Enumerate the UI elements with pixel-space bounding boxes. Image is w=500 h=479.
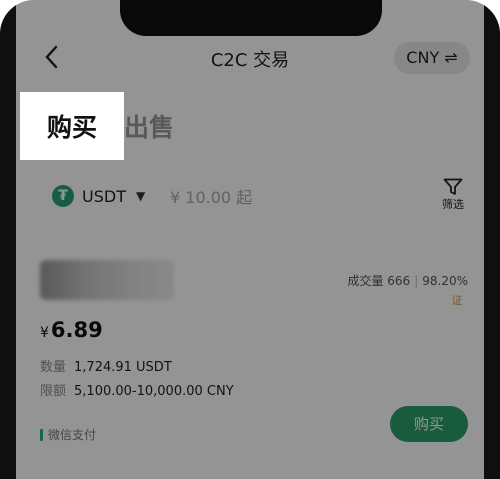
limit-row: 限额 5,100.00-10,000.00 CNY [40, 380, 234, 399]
phone-bezel-right [484, 0, 500, 479]
trade-count: 成交量 666 [347, 274, 411, 288]
limit-value: 5,100.00-10,000.00 CNY [74, 384, 234, 399]
quantity-label: 数量 [40, 360, 67, 375]
currency-switch-button[interactable]: CNY ⇌ [394, 42, 470, 74]
price-currency-symbol: ¥ [40, 325, 49, 341]
tab-sell[interactable]: 出售 [124, 106, 204, 146]
verified-badge-icon: 证 [451, 294, 463, 307]
price-value: 6.89 [50, 318, 103, 342]
quantity-row: 数量 1,724.91 USDT [40, 356, 172, 375]
merchant-name-blurred[interactable] [40, 260, 174, 300]
payment-method: 微信支付 [40, 426, 96, 443]
usdt-icon: ₮ [52, 185, 74, 207]
completion-rate: 98.20% [422, 274, 468, 288]
filter-button[interactable]: 筛选 [436, 178, 470, 222]
filter-bar: ₮ USDT ▼ [40, 172, 420, 220]
payment-method-label: 微信支付 [48, 428, 97, 442]
limit-label: 限额 [40, 384, 67, 399]
payment-indicator [40, 428, 43, 441]
coin-selector[interactable]: ₮ USDT ▼ [52, 178, 145, 214]
phone-notch [120, 0, 382, 36]
top-bar: C2C 交易 CNY ⇌ [0, 40, 500, 76]
price: ¥ 6.89 [40, 318, 103, 342]
merchant-stats: 成交量 666 | 98.20% [347, 274, 468, 288]
funnel-icon [443, 178, 463, 195]
phone-screen: C2C 交易 CNY ⇌ 购买 出售 ₮ USDT ▼ 筛选 成交量 666|9… [0, 0, 500, 479]
tab-buy[interactable]: 购买 [20, 92, 124, 160]
coin-name: USDT [82, 186, 126, 206]
buy-button[interactable]: 购买 [390, 406, 468, 442]
phone-bezel-left [0, 0, 16, 479]
filter-label: 筛选 [442, 198, 464, 211]
caret-down-icon: ▼ [135, 189, 146, 203]
listing-card: 成交量 666 | 98.20% 证 ¥ 6.89 数量 1,724.91 USDT … [24, 238, 494, 479]
quantity-value: 1,724.91 USDT [74, 360, 172, 375]
amount-input[interactable] [168, 182, 362, 212]
